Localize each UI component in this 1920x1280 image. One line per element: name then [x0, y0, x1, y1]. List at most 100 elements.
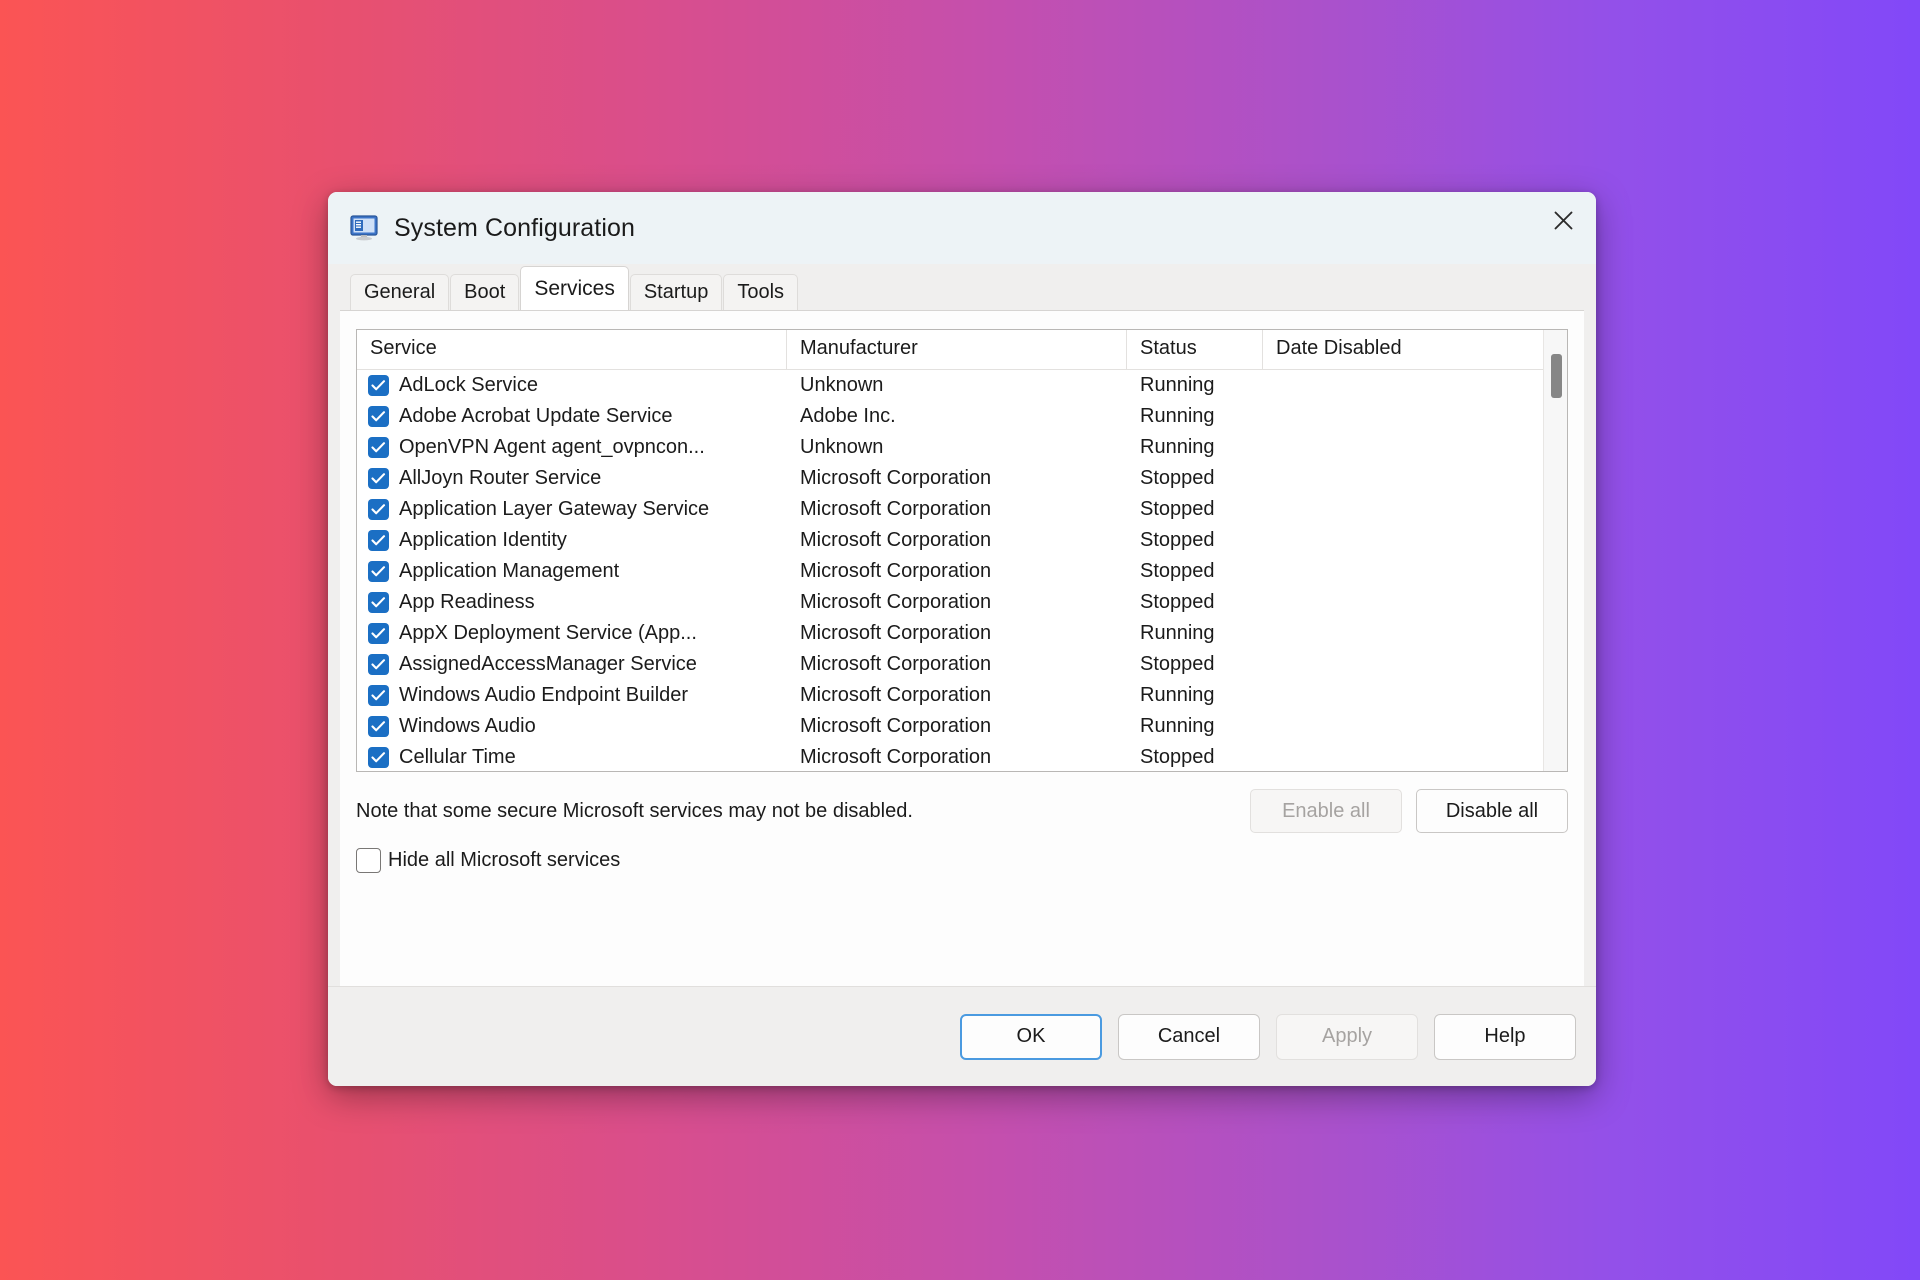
table-row[interactable]: Windows Audio Microsoft Corporation Runnin… — [357, 711, 1543, 742]
help-button[interactable]: Help — [1434, 1013, 1576, 1060]
services-tab-panel: Service Manufacturer Status Date Disabled A… — [340, 310, 1584, 986]
service-name: App Readiness — [399, 591, 535, 613]
service-checkbox[interactable] — [368, 530, 389, 551]
tab-general[interactable]: General — [350, 274, 450, 310]
note-and-bulk-actions: Note that some secure Microsoft services… — [356, 788, 1568, 834]
manufacturer-cell: Microsoft Corporation — [800, 653, 992, 675]
service-name: AssignedAccessManager Service — [399, 653, 697, 675]
service-cell: OpenVPN Agent agent_ovpncon... — [357, 432, 787, 463]
service-name: AllJoyn Router Service — [399, 467, 602, 489]
service-cell: Cellular Time — [357, 742, 787, 771]
service-checkbox[interactable] — [368, 406, 389, 427]
service-checkbox[interactable] — [368, 468, 389, 489]
service-name: AppX Deployment Service (App... — [399, 622, 697, 644]
table-row[interactable]: AssignedAccessManager Service Microsoft C… — [357, 649, 1543, 680]
table-row[interactable]: AllJoyn Router Service Microsoft Corporat… — [357, 463, 1543, 494]
manufacturer-cell: Microsoft Corporation — [800, 467, 992, 489]
table-row[interactable]: AdLock Service Unknown Running — [357, 370, 1543, 401]
service-name: Windows Audio Endpoint Builder — [399, 684, 689, 706]
manufacturer-cell: Microsoft Corporation — [800, 529, 992, 551]
service-cell: AppX Deployment Service (App... — [357, 618, 787, 649]
service-checkbox[interactable] — [368, 375, 389, 396]
service-checkbox[interactable] — [368, 716, 389, 737]
enable-all-button[interactable]: Enable all — [1250, 789, 1402, 833]
tab-tools[interactable]: Tools — [723, 274, 799, 310]
service-name: OpenVPN Agent agent_ovpncon... — [399, 436, 705, 458]
manufacturer-cell: Microsoft Corporation — [800, 622, 992, 644]
service-checkbox[interactable] — [368, 685, 389, 706]
status-cell: Stopped — [1140, 653, 1215, 675]
service-cell: AdLock Service — [357, 370, 787, 401]
manufacturer-cell: Microsoft Corporation — [800, 684, 992, 706]
service-cell: Windows Audio Endpoint Builder — [357, 680, 787, 711]
column-header-manufacturer[interactable]: Manufacturer — [787, 330, 1127, 369]
hide-microsoft-services-label: Hide all Microsoft services — [388, 849, 621, 871]
service-checkbox[interactable] — [368, 747, 389, 768]
window-title: System Configuration — [394, 213, 636, 242]
service-cell: AllJoyn Router Service — [357, 463, 787, 494]
hide-microsoft-services-row[interactable]: Hide all Microsoft services — [356, 848, 1568, 873]
service-cell: Application Management — [357, 556, 787, 587]
table-row[interactable]: Cellular Time Microsoft Corporation Stoppe… — [357, 742, 1543, 771]
service-cell: App Readiness — [357, 587, 787, 618]
disable-all-button[interactable]: Disable all — [1416, 789, 1568, 833]
service-cell: Application Identity — [357, 525, 787, 556]
service-checkbox[interactable] — [368, 437, 389, 458]
manufacturer-cell: Adobe Inc. — [800, 405, 896, 427]
close-icon[interactable] — [1530, 192, 1596, 248]
service-checkbox[interactable] — [368, 499, 389, 520]
table-row[interactable]: App Readiness Microsoft Corporation Stoppe… — [357, 587, 1543, 618]
scrollbar-thumb[interactable] — [1551, 354, 1562, 398]
status-cell: Running — [1140, 436, 1215, 458]
status-cell: Running — [1140, 684, 1215, 706]
service-checkbox[interactable] — [368, 592, 389, 613]
tab-startup[interactable]: Startup — [629, 274, 723, 310]
ok-button[interactable]: OK — [960, 1013, 1102, 1060]
tab-services[interactable]: Services — [520, 266, 629, 310]
table-row[interactable]: Application Identity Microsoft Corporatio… — [357, 525, 1543, 556]
column-header-service[interactable]: Service — [357, 330, 787, 369]
column-header-date-disabled[interactable]: Date Disabled — [1263, 330, 1483, 369]
service-cell: Windows Audio — [357, 711, 787, 742]
service-cell: Adobe Acrobat Update Service — [357, 401, 787, 432]
services-list: Service Manufacturer Status Date Disabled A… — [356, 329, 1568, 772]
table-row[interactable]: Windows Audio Endpoint Builder Microsoft … — [357, 680, 1543, 711]
cancel-button[interactable]: Cancel — [1118, 1013, 1260, 1060]
manufacturer-cell: Unknown — [800, 436, 884, 458]
manufacturer-cell: Microsoft Corporation — [800, 746, 992, 768]
manufacturer-cell: Microsoft Corporation — [800, 560, 992, 582]
service-name: AdLock Service — [399, 374, 538, 396]
services-list-header: Service Manufacturer Status Date Disabled — [357, 330, 1543, 370]
services-list-body: Service Manufacturer Status Date Disabled A… — [357, 330, 1543, 771]
apply-button[interactable]: Apply — [1276, 1013, 1418, 1060]
status-cell: Running — [1140, 622, 1215, 644]
service-checkbox[interactable] — [368, 623, 389, 644]
service-name: Adobe Acrobat Update Service — [399, 405, 673, 427]
service-checkbox[interactable] — [368, 654, 389, 675]
table-row[interactable]: AppX Deployment Service (App... Microsoft… — [357, 618, 1543, 649]
status-cell: Stopped — [1140, 560, 1215, 582]
services-list-rows: AdLock Service Unknown Running Adobe Acroba… — [357, 370, 1543, 771]
status-cell: Stopped — [1140, 746, 1215, 768]
status-cell: Stopped — [1140, 529, 1215, 551]
tab-boot[interactable]: Boot — [450, 274, 520, 310]
manufacturer-cell: Microsoft Corporation — [800, 715, 992, 737]
table-row[interactable]: OpenVPN Agent agent_ovpncon... Unknown Run… — [357, 432, 1543, 463]
manufacturer-cell: Unknown — [800, 374, 884, 396]
status-cell: Running — [1140, 374, 1215, 396]
tab-strip: General Boot Services Startup Tools — [328, 264, 1596, 310]
service-name: Application Management — [399, 560, 620, 582]
manufacturer-cell: Microsoft Corporation — [800, 591, 992, 613]
services-list-scrollbar[interactable] — [1543, 330, 1567, 771]
column-header-status[interactable]: Status — [1127, 330, 1263, 369]
manufacturer-cell: Microsoft Corporation — [800, 498, 992, 520]
service-checkbox[interactable] — [368, 561, 389, 582]
status-cell: Stopped — [1140, 498, 1215, 520]
service-name: Cellular Time — [399, 746, 516, 768]
status-cell: Running — [1140, 405, 1215, 427]
service-name: Application Identity — [399, 529, 567, 551]
table-row[interactable]: Application Management Microsoft Corporat… — [357, 556, 1543, 587]
table-row[interactable]: Application Layer Gateway Service Microso… — [357, 494, 1543, 525]
table-row[interactable]: Adobe Acrobat Update Service Adobe Inc. Ru… — [357, 401, 1543, 432]
hide-microsoft-services-checkbox[interactable] — [356, 848, 381, 873]
